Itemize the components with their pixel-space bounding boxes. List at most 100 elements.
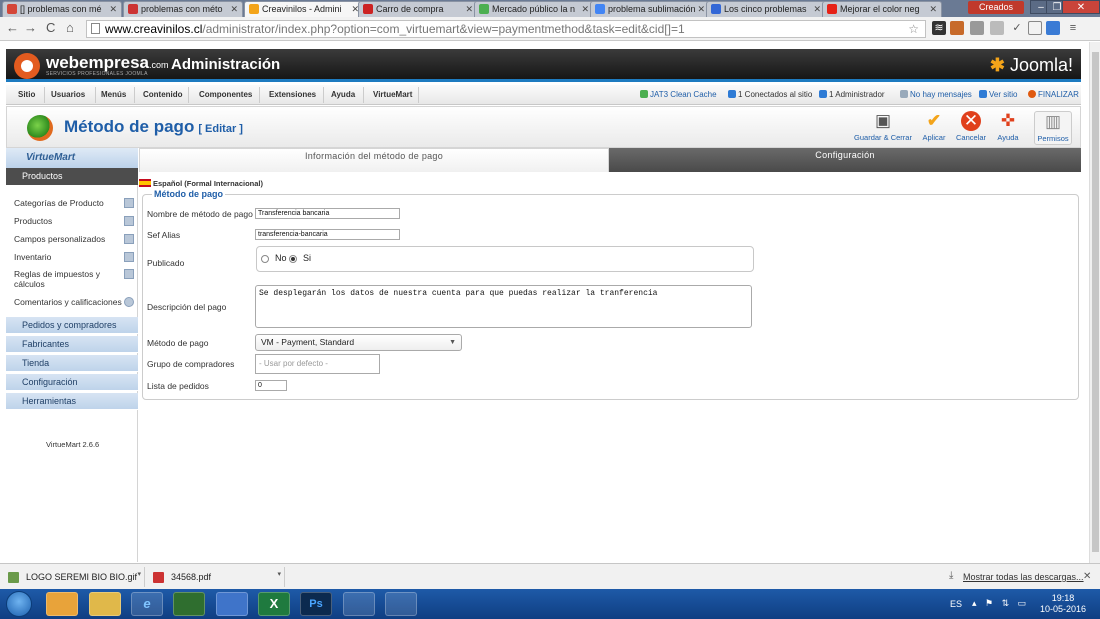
reload-icon[interactable]: C [46,20,55,36]
browser-tab[interactable]: problemas con méto ✕ [123,1,243,17]
description-textarea[interactable]: Se desplegarán los datos de nuestra cuen… [255,285,752,328]
sidebar-section-productos[interactable]: Productos [6,168,138,185]
sidebar-section-pedidos[interactable]: Pedidos y compradores [6,317,138,334]
site-icon [128,4,138,14]
close-icon[interactable]: ✕ [1083,571,1091,582]
scrollbar-thumb[interactable] [1092,52,1099,552]
menu-usuarios[interactable]: Usuarios [51,90,85,99]
home-icon[interactable]: ⌂ [66,20,74,36]
clean-cache-link[interactable]: JAT3 Clean Cache [640,90,717,99]
menu-separator [363,87,364,103]
close-icon[interactable]: ✕ [929,2,937,16]
apply-button[interactable]: ✔ Aplicar [919,111,949,145]
internet-explorer-icon[interactable]: e [131,592,163,616]
browser-tab[interactable]: Mercado público la n ✕ [474,1,594,17]
menu-extensiones[interactable]: Extensiones [269,90,316,99]
chrome-icon[interactable] [216,592,248,616]
check-icon[interactable]: ✓ [1010,21,1024,35]
sidebar-item-impuestos[interactable]: Reglas de impuestos y cálculos [14,269,134,289]
sidebar-item-productos[interactable]: Productos [14,216,134,226]
users-icon [728,90,736,98]
description-label: Descripción del pago [147,302,227,312]
extension-icon[interactable] [1046,21,1060,35]
close-icon[interactable]: ✕ [465,2,473,16]
close-icon[interactable]: ✕ [109,2,117,16]
logout-link[interactable]: FINALIZAR [1028,90,1079,99]
payment-method-select[interactable]: VM - Payment, Standard ▼ [255,334,462,351]
menu-ayuda[interactable]: Ayuda [331,90,355,99]
brand-logo[interactable]: webempresa.com [46,53,169,73]
sidebar-item-inventario[interactable]: Inventario [14,252,134,262]
extension-icon[interactable] [1028,21,1042,35]
start-button[interactable] [6,591,32,617]
chevron-down-icon[interactable]: ▾ [277,565,281,585]
extension-icon[interactable]: ≋ [932,21,946,35]
close-icon[interactable]: ✕ [697,2,705,16]
download-item[interactable]: LOGO SEREMI BIO BIO.gif ▾ [0,567,145,587]
name-field[interactable]: Transferencia bancaria [255,208,400,219]
sidebar-item-comentarios[interactable]: Comentarios y calificaciones [14,297,134,307]
back-icon[interactable]: ← [6,20,19,36]
scanner-icon[interactable] [343,592,375,616]
browser-tab[interactable]: Mejorar el color neg ✕ [822,1,942,17]
file-explorer-icon[interactable] [89,592,121,616]
address-bar[interactable]: www.creavinilos.cl/administrator/index.p… [86,20,926,38]
sidebar-item-campos[interactable]: Campos personalizados [14,234,134,244]
tray-icons[interactable]: ▴ ⚑ ⇅ ▭ [972,598,1029,609]
language-indicator-tray[interactable]: ES [950,599,962,609]
tab-configuration[interactable]: Configuración [609,148,1081,172]
published-options: No Si [256,246,754,272]
browser-tab[interactable]: Los cinco problemas ✕ [706,1,826,17]
music-app-icon[interactable] [173,592,205,616]
star-icon[interactable]: ☆ [908,21,919,37]
save-close-button[interactable]: ▣ Guardar & Cerrar [849,111,917,145]
browser-tab[interactable]: problema sublimación ✕ [590,1,710,17]
menu-icon[interactable]: ≡ [1066,21,1080,35]
published-yes-radio[interactable] [289,255,297,263]
show-all-downloads-link[interactable]: Mostrar todas las descargas... [963,572,1084,582]
media-player-icon[interactable] [46,592,78,616]
sidebar-section-tienda[interactable]: Tienda [6,355,138,372]
alias-field[interactable]: transferencia-bancaria [255,229,400,240]
order-field[interactable]: 0 [255,380,287,391]
menu-contenido[interactable]: Contenido [143,90,183,99]
sidebar-section-herramientas[interactable]: Herramientas [6,393,138,410]
close-window-button[interactable]: ✕ [1062,0,1100,14]
shopper-group-select[interactable]: - Usar por defecto - [255,354,380,374]
messages-link[interactable]: No hay mensajes [900,90,972,99]
forward-icon[interactable]: → [24,20,37,36]
browser-tab-active[interactable]: Creavinilos - Admini ✕ [244,1,364,17]
cancel-button[interactable]: ✕ Cancelar [954,111,988,145]
order-label: Lista de pedidos [147,381,209,391]
browser-tab[interactable]: Carro de compra ✕ [358,1,478,17]
sidebar-section-fabricantes[interactable]: Fabricantes [6,336,138,353]
download-item[interactable]: 34568.pdf ▾ [145,567,285,587]
calculator-app-icon[interactable] [385,592,417,616]
sidebar-section-configuracion[interactable]: Configuración [6,374,138,391]
extension-icon[interactable] [970,21,984,35]
close-icon[interactable]: ✕ [230,2,238,16]
menu-sitio[interactable]: Sitio [18,90,35,99]
chevron-down-icon[interactable]: ▾ [137,565,141,585]
menu-menus[interactable]: Menús [101,90,126,99]
user-badge[interactable]: Creados [968,1,1024,14]
tab-payment-info[interactable]: Información del método de pago [139,148,609,172]
system-clock[interactable]: 19:18 10-05-2016 [1040,593,1086,615]
extension-icon[interactable] [990,21,1004,35]
excel-icon[interactable]: X [258,592,290,616]
browser-tab[interactable]: [] problemas con mé ✕ [2,1,122,17]
permissions-button[interactable]: ▥ Permisos [1034,111,1072,145]
virtuemart-logo[interactable]: VirtueMart [6,148,138,168]
menu-virtuemart[interactable]: VirtueMart [373,90,412,99]
menu-componentes[interactable]: Componentes [199,90,252,99]
page-scrollbar[interactable] [1089,42,1100,563]
help-button[interactable]: ✜ Ayuda [994,111,1022,145]
close-icon[interactable]: ✕ [581,2,589,16]
extension-icon[interactable] [950,21,964,35]
close-icon[interactable]: ✕ [813,2,821,16]
check-icon: ✔ [926,111,942,130]
sidebar-item-categorias[interactable]: Categorías de Producto [14,198,134,208]
photoshop-icon[interactable]: Ps [300,592,332,616]
view-site-link[interactable]: Ver sitio [979,90,1017,99]
published-no-radio[interactable] [261,255,269,263]
